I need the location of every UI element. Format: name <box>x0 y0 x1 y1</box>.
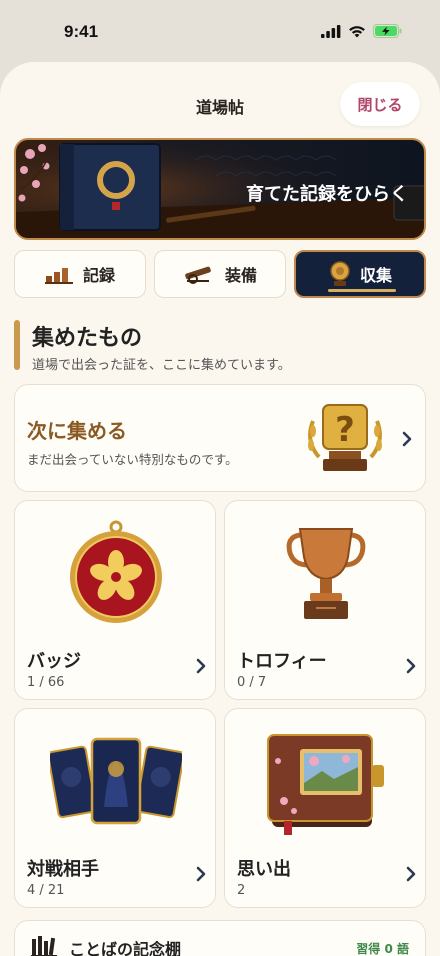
chevron-right-icon <box>406 658 416 674</box>
card-title: 対戦相手 <box>27 859 99 880</box>
tab-active-indicator <box>328 289 396 292</box>
card-title: バッジ <box>27 651 81 672</box>
section-accent-bar <box>14 320 20 370</box>
section-subtitle: 道場で出会った証を、ここに集めています。 <box>32 358 291 373</box>
status-bar: 9:41 <box>0 0 440 62</box>
chevron-right-icon <box>406 866 416 882</box>
status-icons <box>321 24 402 38</box>
cannon-icon <box>185 266 211 284</box>
card-count: 1 / 66 <box>27 675 65 690</box>
tab-label: 収集 <box>359 266 392 285</box>
record-banner[interactable]: 育てた記録をひらく <box>14 138 426 240</box>
learned-count-badge: 習得 0 語 <box>356 942 409 956</box>
memories-card[interactable]: 思い出 2 <box>224 708 426 908</box>
badge-card[interactable]: バッジ 1 / 66 <box>14 500 216 700</box>
card-count: 0 / 7 <box>237 675 267 690</box>
chevron-right-icon <box>196 658 206 674</box>
sakura-badge-icon <box>70 520 162 623</box>
words-shelf-title: ことばの記念棚 <box>69 940 182 956</box>
memory-album-icon <box>267 734 384 835</box>
next-subtitle: まだ出会っていない特別なものです。 <box>27 452 238 467</box>
card-title: トロフィー <box>237 651 327 672</box>
bar-chart-icon <box>44 268 73 284</box>
wifi-icon <box>349 25 365 37</box>
card-title: 思い出 <box>237 859 291 880</box>
banner-text: 育てた記録をひらく <box>246 184 408 205</box>
bookshelf-icon <box>31 936 57 956</box>
section-title: 集めたもの <box>32 325 143 351</box>
tab-bar: 記録 装備 収集 <box>14 250 426 298</box>
tab-label: 記録 <box>82 266 115 285</box>
close-button[interactable]: 閉じる <box>340 82 420 126</box>
card-count: 2 <box>237 883 246 898</box>
cellular-signal-icon <box>321 24 341 38</box>
battery-charging-icon <box>373 24 402 38</box>
collection-sheet: 道場帖 閉じる 育てた記録をひらく 記録 装備 収集 集めたもの 道場で出会った… <box>0 62 440 956</box>
next-title: 次に集める <box>27 419 127 443</box>
tab-label: 装備 <box>224 266 257 285</box>
mystery-trophy-icon: ? <box>308 404 382 471</box>
chevron-right-icon <box>196 866 206 882</box>
next-collect-card[interactable]: 次に集める まだ出会っていない特別なものです。 ? <box>14 384 426 492</box>
status-time: 9:41 <box>64 22 99 41</box>
opponents-card[interactable]: 対戦相手 4 / 21 <box>14 708 216 908</box>
svg-text:?: ? <box>335 410 355 450</box>
chevron-right-icon <box>402 431 412 447</box>
trophy-icon <box>286 528 366 619</box>
card-count: 4 / 21 <box>27 883 65 898</box>
trophy-card[interactable]: トロフィー 0 / 7 <box>224 500 426 700</box>
words-shelf-card[interactable]: ことばの記念棚 習得 0 語 <box>14 920 426 956</box>
tab-equipment[interactable]: 装備 <box>154 250 286 298</box>
medal-icon <box>330 261 350 286</box>
opponent-cards-icon <box>50 737 182 825</box>
tab-records[interactable]: 記録 <box>14 250 146 298</box>
tab-collection[interactable]: 収集 <box>294 250 426 298</box>
